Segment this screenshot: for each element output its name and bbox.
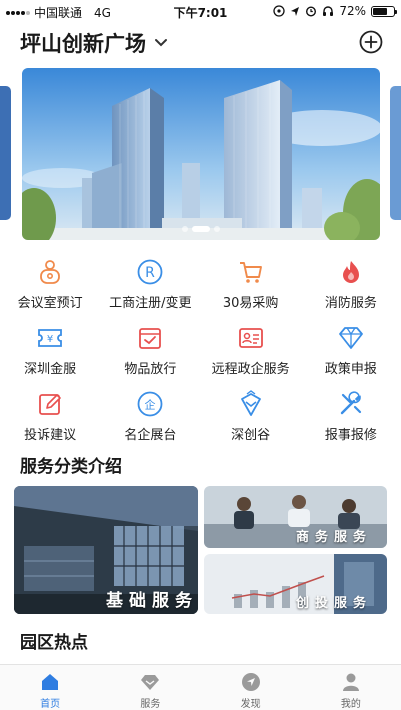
headphones-icon xyxy=(323,6,334,16)
enterprise-icon: 企 xyxy=(137,391,163,417)
plus-circle-icon[interactable] xyxy=(359,30,383,54)
location-selector[interactable]: 坪山创新广场 xyxy=(20,28,168,58)
service-label: 消防服务 xyxy=(324,296,377,311)
battery-percent: 72% xyxy=(339,4,366,18)
home-icon xyxy=(42,674,59,690)
service-repair[interactable]: 报事报修 xyxy=(301,386,401,452)
svg-text:¥: ¥ xyxy=(47,334,53,345)
banner-prev-peek[interactable] xyxy=(0,86,11,220)
service-label: 30易采购 xyxy=(222,296,279,311)
shopping-cart-icon xyxy=(239,262,262,283)
tab-label: 服务 xyxy=(140,699,161,710)
service-meeting-room[interactable]: 会议室预订 xyxy=(0,254,100,320)
category-card-basic[interactable]: 基础服务 xyxy=(14,486,198,614)
service-label: 物品放行 xyxy=(124,362,177,377)
tab-label: 我的 xyxy=(340,699,361,710)
tab-mine[interactable]: 我的 xyxy=(301,665,401,710)
diamond-icon xyxy=(338,327,363,349)
tab-label: 首页 xyxy=(40,699,61,710)
edit-icon xyxy=(39,394,61,415)
carousel-dot[interactable] xyxy=(214,226,220,232)
service-policy[interactable]: 政策申报 xyxy=(301,320,401,386)
location-icon xyxy=(291,6,300,16)
checklist-icon xyxy=(139,328,162,349)
service-business-registration[interactable]: R 工商注册/变更 xyxy=(100,254,200,320)
app-header: 坪山创新广场 xyxy=(0,24,401,60)
service-row: 投诉建议 企 名企展台 深创谷 报事报修 xyxy=(0,386,401,452)
alarm-icon xyxy=(306,6,317,17)
service-innovation-valley[interactable]: 深创谷 xyxy=(201,386,301,452)
category-card-business[interactable]: 商务服务 xyxy=(204,486,387,548)
finance-ticket-icon: ¥ xyxy=(38,329,63,347)
service-label: 会议室预订 xyxy=(17,296,83,311)
screen-lock-icon xyxy=(273,5,285,17)
service-label: 报事报修 xyxy=(324,428,377,443)
service-label: 深圳金服 xyxy=(24,362,77,377)
page-title: 坪山创新广场 xyxy=(20,32,146,56)
service-label: 政策申报 xyxy=(324,362,377,377)
category-card-investment[interactable]: 创投服务 xyxy=(204,554,387,614)
tab-home[interactable]: 首页 xyxy=(0,665,100,710)
service-label: 投诉建议 xyxy=(24,428,77,443)
bottom-tab-bar: 首页 服务 发现 我的 xyxy=(0,664,401,710)
service-remote-gov[interactable]: 远程政企服务 xyxy=(201,320,301,386)
service-complaints[interactable]: 投诉建议 xyxy=(0,386,100,452)
status-right: 72% xyxy=(273,4,397,18)
tab-label: 发现 xyxy=(240,699,261,710)
carousel-indicator xyxy=(182,226,220,232)
chevron-down-icon xyxy=(155,39,167,47)
service-fire[interactable]: 消防服务 xyxy=(301,254,401,320)
service-row: ¥ 深圳金服 物品放行 远程政企服务 政策申报 xyxy=(0,320,401,386)
section-title-park-hot: 园区热点 xyxy=(20,633,88,653)
service-label: 工商注册/变更 xyxy=(109,296,192,311)
user-icon xyxy=(342,673,359,691)
fire-icon xyxy=(342,261,359,283)
id-card-icon xyxy=(238,328,263,348)
badge-icon xyxy=(240,390,261,416)
banner-carousel[interactable] xyxy=(22,68,380,240)
service-label: 深创谷 xyxy=(231,428,271,443)
battery-icon xyxy=(371,5,397,17)
svg-text:R: R xyxy=(146,265,156,281)
tab-service[interactable]: 服务 xyxy=(100,665,200,710)
service-grid: 会议室预订 R 工商注册/变更 30易采购 消防服务 ¥ 深圳金服 物品放行 远… xyxy=(0,254,401,452)
service-label: 远程政企服务 xyxy=(211,362,290,377)
category-label-business: 商务服务 xyxy=(296,530,373,545)
registered-icon: R xyxy=(137,259,163,285)
service-label: 名企展台 xyxy=(124,428,177,443)
service-shenzhen-finance[interactable]: ¥ 深圳金服 xyxy=(0,320,100,386)
service-item-release[interactable]: 物品放行 xyxy=(100,320,200,386)
tab-discover[interactable]: 发现 xyxy=(201,665,301,710)
status-bar: 中国联通 4G 下午7:01 72% xyxy=(0,0,401,22)
carousel-dot-active[interactable] xyxy=(192,226,210,232)
carousel-dot[interactable] xyxy=(182,226,188,232)
meeting-room-icon xyxy=(40,260,61,284)
tools-icon xyxy=(340,391,361,415)
category-label-basic: 基础服务 xyxy=(106,591,198,611)
service-enterprise-booth[interactable]: 企 名企展台 xyxy=(100,386,200,452)
section-title-service-intro: 服务分类介绍 xyxy=(20,457,122,477)
service-icon xyxy=(141,675,160,690)
compass-icon xyxy=(241,673,260,691)
svg-text:企: 企 xyxy=(145,398,156,412)
banner-image xyxy=(22,68,380,240)
category-label-investment: 创投服务 xyxy=(296,596,373,611)
service-procurement[interactable]: 30易采购 xyxy=(201,254,301,320)
banner-next-peek[interactable] xyxy=(390,86,401,220)
service-row: 会议室预订 R 工商注册/变更 30易采购 消防服务 xyxy=(0,254,401,320)
